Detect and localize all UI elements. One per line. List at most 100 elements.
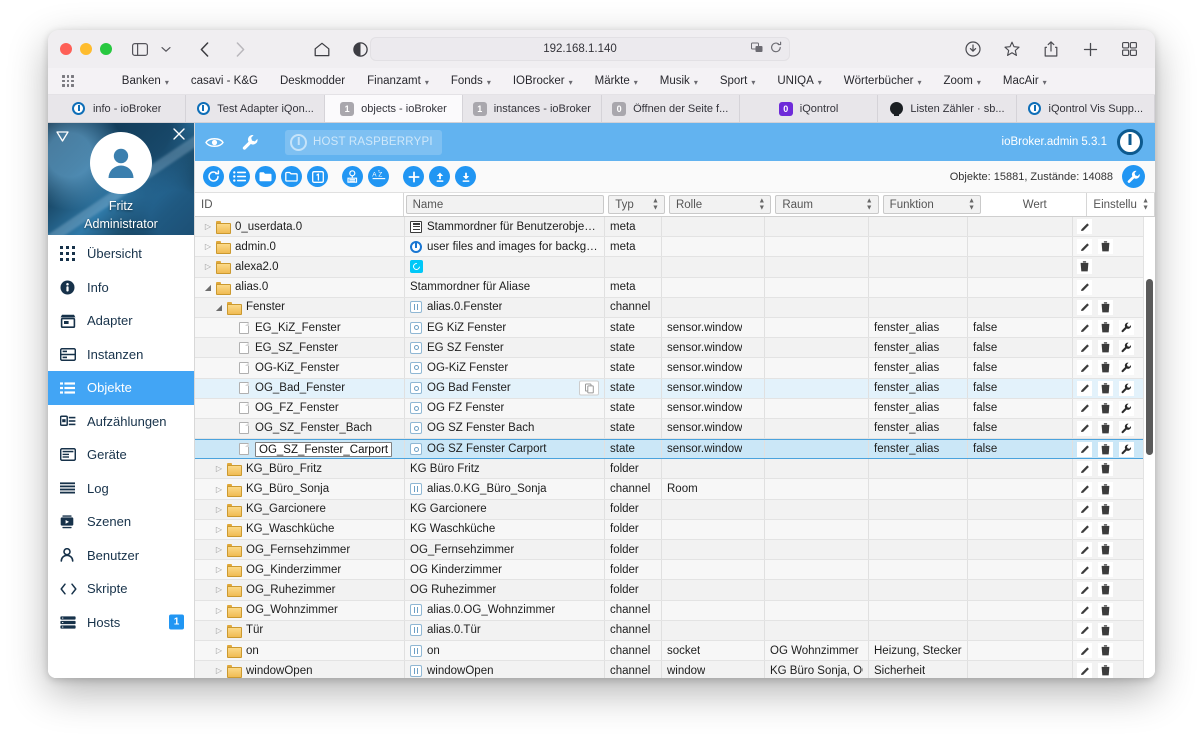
chevron-down-icon[interactable]: ▾ [487, 78, 491, 87]
browser-tab[interactable]: Test Adapter iQon... [186, 95, 325, 122]
sidebar-toggle-group[interactable] [128, 37, 178, 61]
minimize-window-button[interactable] [80, 43, 92, 55]
edit-icon[interactable] [1077, 501, 1092, 517]
expand-node-icon[interactable]: ▷ [214, 666, 224, 675]
sidebar-item-hosts[interactable]: Hosts 1 [48, 606, 194, 640]
expand-node-icon[interactable]: ▷ [203, 222, 213, 231]
wrench-icon[interactable] [1119, 360, 1134, 376]
edit-icon[interactable] [1077, 360, 1092, 376]
cell-id[interactable]: ▷ OG_Kinderzimmer [195, 560, 405, 580]
wrench-icon[interactable] [1119, 380, 1134, 396]
expand-node-icon[interactable]: ▷ [214, 525, 224, 534]
table-row[interactable]: ▷ windowOpen windowOpen channel window KG Bür… [195, 661, 1155, 678]
chevron-down-icon[interactable]: ▾ [694, 78, 698, 87]
wrench-icon[interactable] [1119, 320, 1134, 336]
delete-icon[interactable] [1077, 259, 1092, 275]
collapse-node-icon[interactable]: ◢ [203, 283, 213, 292]
collapse-drawer-icon[interactable] [56, 129, 69, 147]
table-row[interactable]: ▷ admin.0 user files and images for backgr… [195, 237, 1155, 258]
bookmark-item[interactable]: UNIQA ▾ [777, 75, 821, 87]
bookmark-item[interactable]: Zoom ▾ [943, 75, 980, 87]
cell-name[interactable]: KG Büro Fritz [405, 459, 605, 479]
table-row[interactable]: ▷ Tür alias.0.Tür channel [195, 620, 1155, 641]
filter-custom-icon[interactable] [342, 166, 363, 187]
delete-icon[interactable] [1098, 582, 1113, 598]
column-header-name[interactable]: Name [405, 195, 605, 214]
table-row[interactable]: ▷ OG_Fernsehzimmer OG_Fernsehzimmer folder [195, 540, 1155, 561]
cell-name[interactable]: OG FZ Fenster [405, 398, 605, 418]
expand-node-icon[interactable]: ▷ [214, 545, 224, 554]
cell-id[interactable]: ▷ KG_Büro_Sonja [195, 479, 405, 499]
chevron-down-icon[interactable]: ▾ [751, 78, 755, 87]
new-tab-icon[interactable] [1078, 37, 1102, 61]
chevron-down-icon[interactable]: ▾ [634, 78, 638, 87]
delete-icon[interactable] [1098, 602, 1113, 618]
sidebar-item-log[interactable]: Log [48, 472, 194, 506]
collapse-folder-icon[interactable] [255, 166, 276, 187]
bookmark-item[interactable]: Deskmodder [280, 75, 345, 87]
table-row[interactable]: ▷ KG_Waschküche KG Waschküche folder [195, 519, 1155, 540]
bookmark-star-icon[interactable] [1000, 37, 1024, 61]
chevron-down-icon[interactable]: ▾ [917, 78, 921, 87]
delete-icon[interactable] [1098, 521, 1113, 537]
downloads-icon[interactable] [961, 37, 985, 61]
bookmark-item[interactable]: MacAir ▾ [1003, 75, 1047, 87]
cell-name[interactable]: Stammordner für Aliase [405, 277, 605, 297]
browser-tab[interactable]: 1 instances - ioBroker [463, 95, 602, 122]
edit-icon[interactable] [1077, 219, 1092, 235]
delete-icon[interactable] [1098, 622, 1113, 638]
expand-node-icon[interactable]: ▷ [214, 646, 224, 655]
cell-id[interactable]: ▷ admin.0 [195, 237, 405, 257]
table-row[interactable]: OG-KiZ_Fenster OG-KiZ Fenster state sensor.… [195, 358, 1155, 379]
download-icon[interactable] [455, 166, 476, 187]
maximize-window-button[interactable] [100, 43, 112, 55]
delete-icon[interactable] [1098, 299, 1113, 315]
sidebar-item-skripte[interactable]: Skripte [48, 572, 194, 606]
delete-icon[interactable] [1098, 643, 1113, 659]
table-row[interactable]: ▷ KG_Büro_Sonja alias.0.KG_Büro_Sonja chann… [195, 479, 1155, 500]
cell-name[interactable]: EG SZ Fenster [405, 338, 605, 358]
table-row[interactable]: ▷ on on channel socket OG Wohnzimmer Heizung, … [195, 640, 1155, 662]
back-icon[interactable] [192, 37, 216, 61]
sidebar-item-info[interactable]: Info [48, 271, 194, 305]
badge-1-icon[interactable] [307, 166, 328, 187]
table-row[interactable]: ▷ KG_Garcionere KG Garcionere folder [195, 499, 1155, 520]
edit-icon[interactable] [1077, 420, 1092, 436]
collapse-node-icon[interactable]: ◢ [214, 303, 224, 312]
sort-toggle-icon[interactable]: ▲ ▼ [968, 197, 975, 211]
cell-id[interactable]: OG_Bad_Fenster [195, 378, 405, 398]
expand-node-icon[interactable]: ▷ [214, 565, 224, 574]
close-window-button[interactable] [60, 43, 72, 55]
delete-icon[interactable] [1098, 501, 1113, 517]
cell-id[interactable]: ▷ windowOpen [195, 661, 405, 678]
translate-icon[interactable] [751, 42, 764, 56]
sidebar-item-benutzer[interactable]: Benutzer [48, 539, 194, 573]
privacy-shield-icon[interactable] [348, 37, 372, 61]
cell-name[interactable]: Stammordner für Benutzerobjekte u... [405, 217, 605, 237]
cell-id[interactable]: OG_FZ_Fenster [195, 398, 405, 418]
cell-id[interactable]: ▷ Tür [195, 620, 405, 640]
expand-all-icon[interactable] [229, 166, 250, 187]
cell-name[interactable]: user files and images for background... [405, 237, 605, 257]
cell-name[interactable]: alias.0.OG_Wohnzimmer [405, 600, 605, 620]
wrench-icon[interactable] [242, 134, 259, 151]
sort-toggle-icon[interactable]: ▲ ▼ [1142, 197, 1149, 211]
cell-id[interactable]: ▷ KG_Büro_Fritz [195, 459, 405, 479]
bookmark-item[interactable]: Sport ▾ [720, 75, 756, 87]
browser-tab[interactable]: 1 objects - ioBroker [324, 95, 464, 122]
chevron-down-icon[interactable]: ▾ [977, 78, 981, 87]
copy-icon[interactable] [579, 380, 599, 396]
cell-name[interactable]: alias.0.Fenster [405, 297, 605, 317]
wrench-icon[interactable] [1119, 420, 1134, 436]
cell-id[interactable]: ▷ OG_Fernsehzimmer [195, 540, 405, 560]
edit-icon[interactable] [1077, 582, 1092, 598]
add-icon[interactable] [403, 166, 424, 187]
column-header-rolle[interactable]: Rolle ▲ ▼ [668, 195, 772, 214]
edit-icon[interactable] [1077, 461, 1092, 477]
browser-tab[interactable]: info - ioBroker [48, 95, 187, 122]
bookmark-item[interactable]: Wörterbücher ▾ [844, 75, 922, 87]
bookmark-item[interactable]: Banken ▾ [122, 75, 169, 87]
delete-icon[interactable] [1098, 239, 1113, 255]
cell-name[interactable]: OG Ruhezimmer [405, 580, 605, 600]
reload-icon[interactable] [770, 41, 782, 57]
